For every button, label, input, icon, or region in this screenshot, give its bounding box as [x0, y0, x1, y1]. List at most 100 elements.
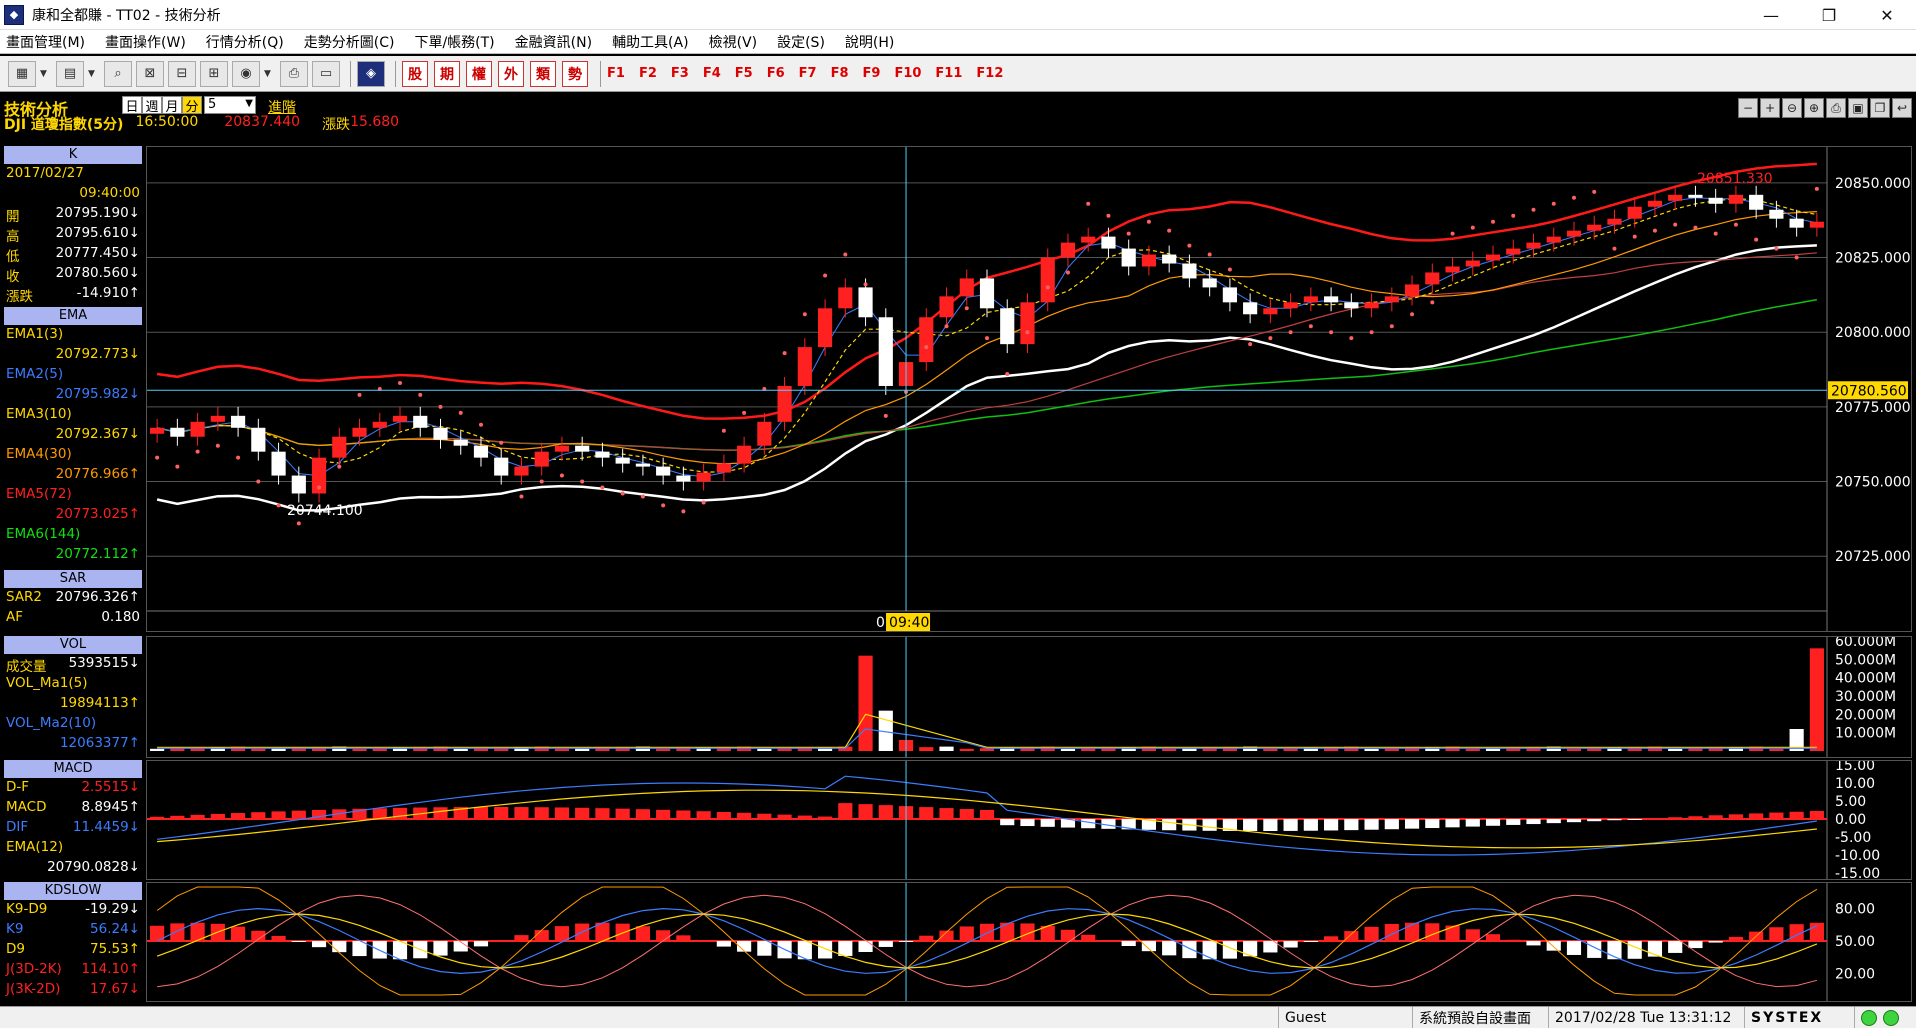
close-button[interactable]: ✕: [1858, 0, 1916, 30]
price-chart[interactable]: 20850.000 20825.000 20800.000 20775.000 2075…: [146, 146, 1912, 632]
f12-button[interactable]: F12: [976, 66, 1003, 81]
app-logo-icon[interactable]: ◆: [4, 4, 24, 25]
candle: [737, 445, 752, 464]
monitor-icon[interactable]: ▭: [312, 60, 340, 87]
candle: [878, 317, 893, 386]
futures-button[interactable]: 期: [434, 60, 460, 87]
search-icon[interactable]: ⌕: [104, 60, 132, 87]
f11-button[interactable]: F11: [935, 66, 962, 81]
candle: [433, 427, 448, 440]
y-tick-label: 20850.000: [1835, 176, 1911, 192]
save-layout-icon[interactable]: ▤: [56, 60, 84, 87]
save-icon[interactable]: ▣: [1848, 98, 1868, 118]
chevron-down-icon[interactable]: ▼: [264, 69, 274, 79]
volma1-value: 19894113↑: [59, 695, 140, 711]
macd-bar: [615, 808, 630, 819]
f4-button[interactable]: F4: [703, 66, 721, 81]
af-label: AF: [6, 609, 24, 625]
candle: [676, 475, 691, 482]
f5-button[interactable]: F5: [735, 66, 753, 81]
candle: [1485, 254, 1501, 261]
sar-dot: [236, 455, 241, 460]
menu-tools[interactable]: 輔助工具(A): [612, 32, 689, 52]
chevron-down-icon[interactable]: ▼: [40, 69, 50, 79]
menu-financial-info[interactable]: 金融資訊(N): [515, 32, 592, 52]
macd-label: MACD: [6, 799, 47, 815]
globe-icon[interactable]: ◉: [232, 60, 260, 87]
volume-chart[interactable]: 60.000M 50.000M 40.000M 30.000M 20.000M 10.00…: [146, 636, 1912, 758]
macd-chart-svg: 15.00 10.00 5.00 0.00 -5.00 -10.00 -15.00: [147, 761, 1880, 879]
sar-dot: [1207, 252, 1212, 257]
period-tab-day[interactable]: 日: [122, 96, 142, 115]
macd-bar: [817, 816, 833, 819]
f8-button[interactable]: F8: [831, 66, 849, 81]
candle: [919, 317, 934, 363]
macd-bar: [1526, 819, 1541, 825]
menu-order-account[interactable]: 下單/帳務(T): [414, 32, 494, 52]
zoom-in-icon[interactable]: ⊕: [1804, 98, 1824, 118]
status-layout[interactable]: 系統預設自設畫面: [1412, 1006, 1548, 1028]
menu-trend-chart[interactable]: 走勢分析圖(C): [304, 32, 395, 52]
menu-settings[interactable]: 設定(S): [777, 32, 825, 52]
f2-button[interactable]: F2: [639, 66, 657, 81]
f1-button[interactable]: F1: [607, 66, 625, 81]
status-bar: Guest 系統預設自設畫面 2017/02/28 Tue 13:31:12 S…: [0, 1006, 1916, 1028]
period-tab-minute[interactable]: 分: [182, 96, 202, 115]
f9-button[interactable]: F9: [863, 66, 881, 81]
sar-dot: [1025, 330, 1030, 335]
exit-icon[interactable]: ↩: [1892, 98, 1912, 118]
split-vertical-icon[interactable]: ⊞: [200, 60, 228, 87]
macd-bar: [1769, 812, 1784, 819]
minus-icon[interactable]: −: [1738, 98, 1758, 118]
ema3-label: EMA3(10): [6, 406, 72, 422]
print-icon[interactable]: ⎙: [280, 60, 308, 87]
menu-quote-analysis[interactable]: 行情分析(Q): [206, 32, 284, 52]
period-tab-month[interactable]: 月: [162, 96, 182, 115]
macd-bar: [777, 814, 792, 819]
price-chart-svg: 20850.000 20825.000 20800.000 20775.000 2075…: [147, 147, 1911, 631]
candle: [392, 415, 408, 422]
volume-bar: [1566, 748, 1582, 751]
zoom-out-icon[interactable]: ⊖: [1782, 98, 1802, 118]
sar-dot: [1450, 231, 1455, 236]
maximize-button[interactable]: ❐: [1800, 0, 1858, 30]
foreign-button[interactable]: 外: [498, 60, 524, 87]
k-panel-title: K: [4, 146, 142, 164]
menu-view[interactable]: 檢視(V): [709, 32, 758, 52]
restore-icon[interactable]: ❐: [1870, 98, 1890, 118]
menu-help[interactable]: 說明(H): [845, 32, 894, 52]
kd-chart[interactable]: 80.00 50.00 20.00: [146, 882, 1912, 1002]
k-label: 開: [6, 209, 20, 225]
period-select[interactable]: 5 ▼: [204, 96, 256, 114]
kd-bar: [817, 941, 833, 959]
menu-screen-operate[interactable]: 畫面操作(W): [105, 32, 186, 52]
menu-screen-manage[interactable]: 畫面管理(M): [6, 32, 85, 52]
f6-button[interactable]: F6: [767, 66, 785, 81]
ema4-value: 20776.966↑: [55, 466, 140, 482]
print-icon[interactable]: ⎙: [1826, 98, 1846, 118]
brand-logo-icon[interactable]: ◈: [357, 60, 385, 87]
category-button[interactable]: 類: [530, 60, 556, 87]
minimize-button[interactable]: —: [1742, 0, 1800, 30]
trend-button[interactable]: 勢: [562, 60, 588, 87]
candle: [1222, 287, 1237, 303]
vol-panel-title: VOL: [4, 636, 142, 654]
sar-dot: [256, 479, 261, 484]
f10-button[interactable]: F10: [894, 66, 921, 81]
close-window-icon[interactable]: ⊠: [136, 60, 164, 87]
split-horizontal-icon[interactable]: ⊟: [168, 60, 196, 87]
macd-chart[interactable]: 15.00 10.00 5.00 0.00 -5.00 -10.00 -15.00: [146, 760, 1912, 880]
chevron-down-icon[interactable]: ▼: [88, 69, 98, 79]
options-button[interactable]: 權: [466, 60, 492, 87]
volume-chart-svg: 60.000M 50.000M 40.000M 30.000M 20.000M 10.00…: [150, 637, 1896, 757]
chevron-down-icon[interactable]: ▼: [245, 98, 253, 109]
f7-button[interactable]: F7: [799, 66, 817, 81]
stock-button[interactable]: 股: [402, 60, 428, 87]
macd-bar: [190, 814, 205, 819]
layout-icon[interactable]: ▦: [8, 60, 36, 87]
dif-value: 11.4459↓: [72, 819, 140, 835]
sar-dot: [823, 273, 828, 278]
plus-icon[interactable]: +: [1760, 98, 1780, 118]
f3-button[interactable]: F3: [671, 66, 689, 81]
period-tab-week[interactable]: 週: [142, 96, 162, 115]
